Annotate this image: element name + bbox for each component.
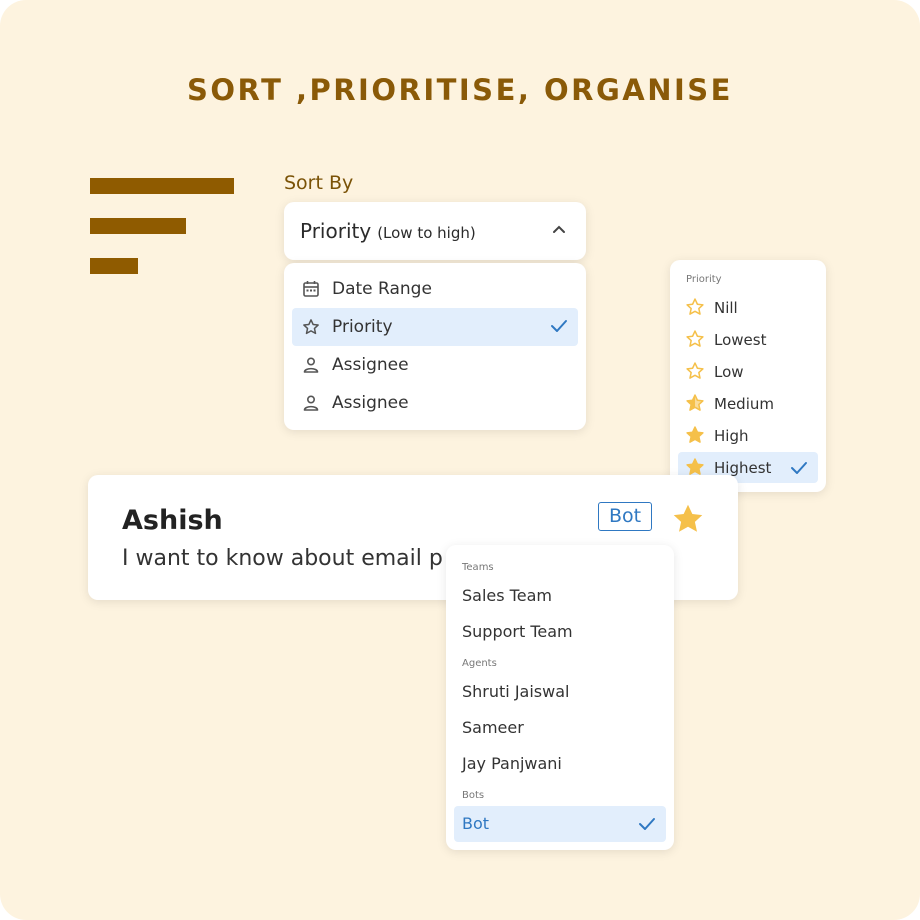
- priority-option-label: Nill: [714, 299, 738, 317]
- sort-option-label: Assignee: [332, 355, 409, 375]
- assign-option-agent[interactable]: Shruti Jaiswal: [454, 674, 666, 710]
- star-outline-icon: [303, 319, 319, 335]
- priority-option[interactable]: High: [678, 420, 818, 451]
- priority-menu: Priority Nill Lowest Low Medium High Highest: [670, 260, 826, 492]
- assign-option-label: Support Team: [462, 622, 573, 641]
- person-icon: [303, 395, 319, 411]
- page-title: SORT ,PRIORITISE, ORGANISE: [187, 73, 733, 107]
- sort-option-date-range[interactable]: Date Range: [292, 270, 578, 308]
- calendar-icon: [303, 281, 319, 297]
- assignee-badge[interactable]: Bot: [598, 502, 652, 531]
- star-icon: [686, 458, 704, 475]
- priority-option-label: Lowest: [714, 331, 767, 349]
- star-icon: [686, 426, 704, 443]
- assign-option-agent[interactable]: Jay Panjwani: [454, 746, 666, 782]
- sort-by-label: Sort By: [284, 172, 354, 194]
- sort-option-priority[interactable]: Priority: [292, 308, 578, 346]
- priority-option[interactable]: Lowest: [678, 324, 818, 355]
- check-icon: [639, 818, 655, 830]
- assign-option-team[interactable]: Support Team: [454, 614, 666, 650]
- assign-option-team[interactable]: Sales Team: [454, 578, 666, 614]
- person-icon: [303, 357, 319, 373]
- priority-menu-header: Priority: [686, 274, 722, 285]
- sort-select-main: Priority: [300, 219, 372, 243]
- teams-header: Teams: [462, 562, 494, 573]
- sort-icon-bar-medium: [90, 218, 186, 234]
- canvas: SORT ,PRIORITISE, ORGANISE Sort By Prior…: [0, 0, 920, 920]
- assign-option-label: Bot: [462, 814, 490, 833]
- sort-icon-bar-short: [90, 258, 138, 274]
- sort-option-label: Date Range: [332, 279, 432, 299]
- priority-option[interactable]: Medium: [678, 388, 818, 419]
- chevron-up-icon[interactable]: [552, 224, 566, 234]
- sort-option-assignee[interactable]: Assignee: [292, 346, 578, 384]
- check-icon: [791, 462, 807, 474]
- assign-option-label: Sales Team: [462, 586, 552, 605]
- sort-options-menu: Date Range Priority Assignee Assignee: [284, 263, 586, 430]
- agents-header: Agents: [462, 658, 497, 669]
- sort-option-label: Priority: [332, 317, 393, 337]
- star-icon: [686, 330, 704, 347]
- priority-star-icon[interactable]: [670, 501, 706, 537]
- priority-option-label: Low: [714, 363, 744, 381]
- sort-select[interactable]: Priority (Low to high): [284, 202, 586, 260]
- assign-option-label: Shruti Jaiswal: [462, 682, 570, 701]
- bots-header: Bots: [462, 790, 485, 801]
- sort-option-assignee[interactable]: Assignee: [292, 384, 578, 422]
- star-icon: [686, 362, 704, 379]
- assign-option-agent[interactable]: Sameer: [454, 710, 666, 746]
- priority-option[interactable]: Low: [678, 356, 818, 387]
- assign-menu: Teams Sales Team Support Team Agents Shr…: [446, 545, 674, 850]
- priority-option[interactable]: Nill: [678, 292, 818, 323]
- star-icon: [686, 298, 704, 315]
- check-icon: [551, 320, 567, 332]
- sort-select-value: Priority (Low to high): [300, 219, 476, 243]
- priority-option-label: Medium: [714, 395, 774, 413]
- sort-option-label: Assignee: [332, 393, 409, 413]
- assign-option-label: Jay Panjwani: [462, 754, 562, 773]
- contact-name: Ashish: [122, 505, 223, 536]
- sort-select-sub: (Low to high): [377, 224, 476, 242]
- star-icon: [686, 394, 704, 411]
- assign-option-bot[interactable]: Bot: [454, 806, 666, 842]
- priority-option-label: High: [714, 427, 749, 445]
- assign-option-label: Sameer: [462, 718, 524, 737]
- sort-icon-bar-long: [90, 178, 234, 194]
- message-preview: I want to know about email p: [122, 546, 443, 571]
